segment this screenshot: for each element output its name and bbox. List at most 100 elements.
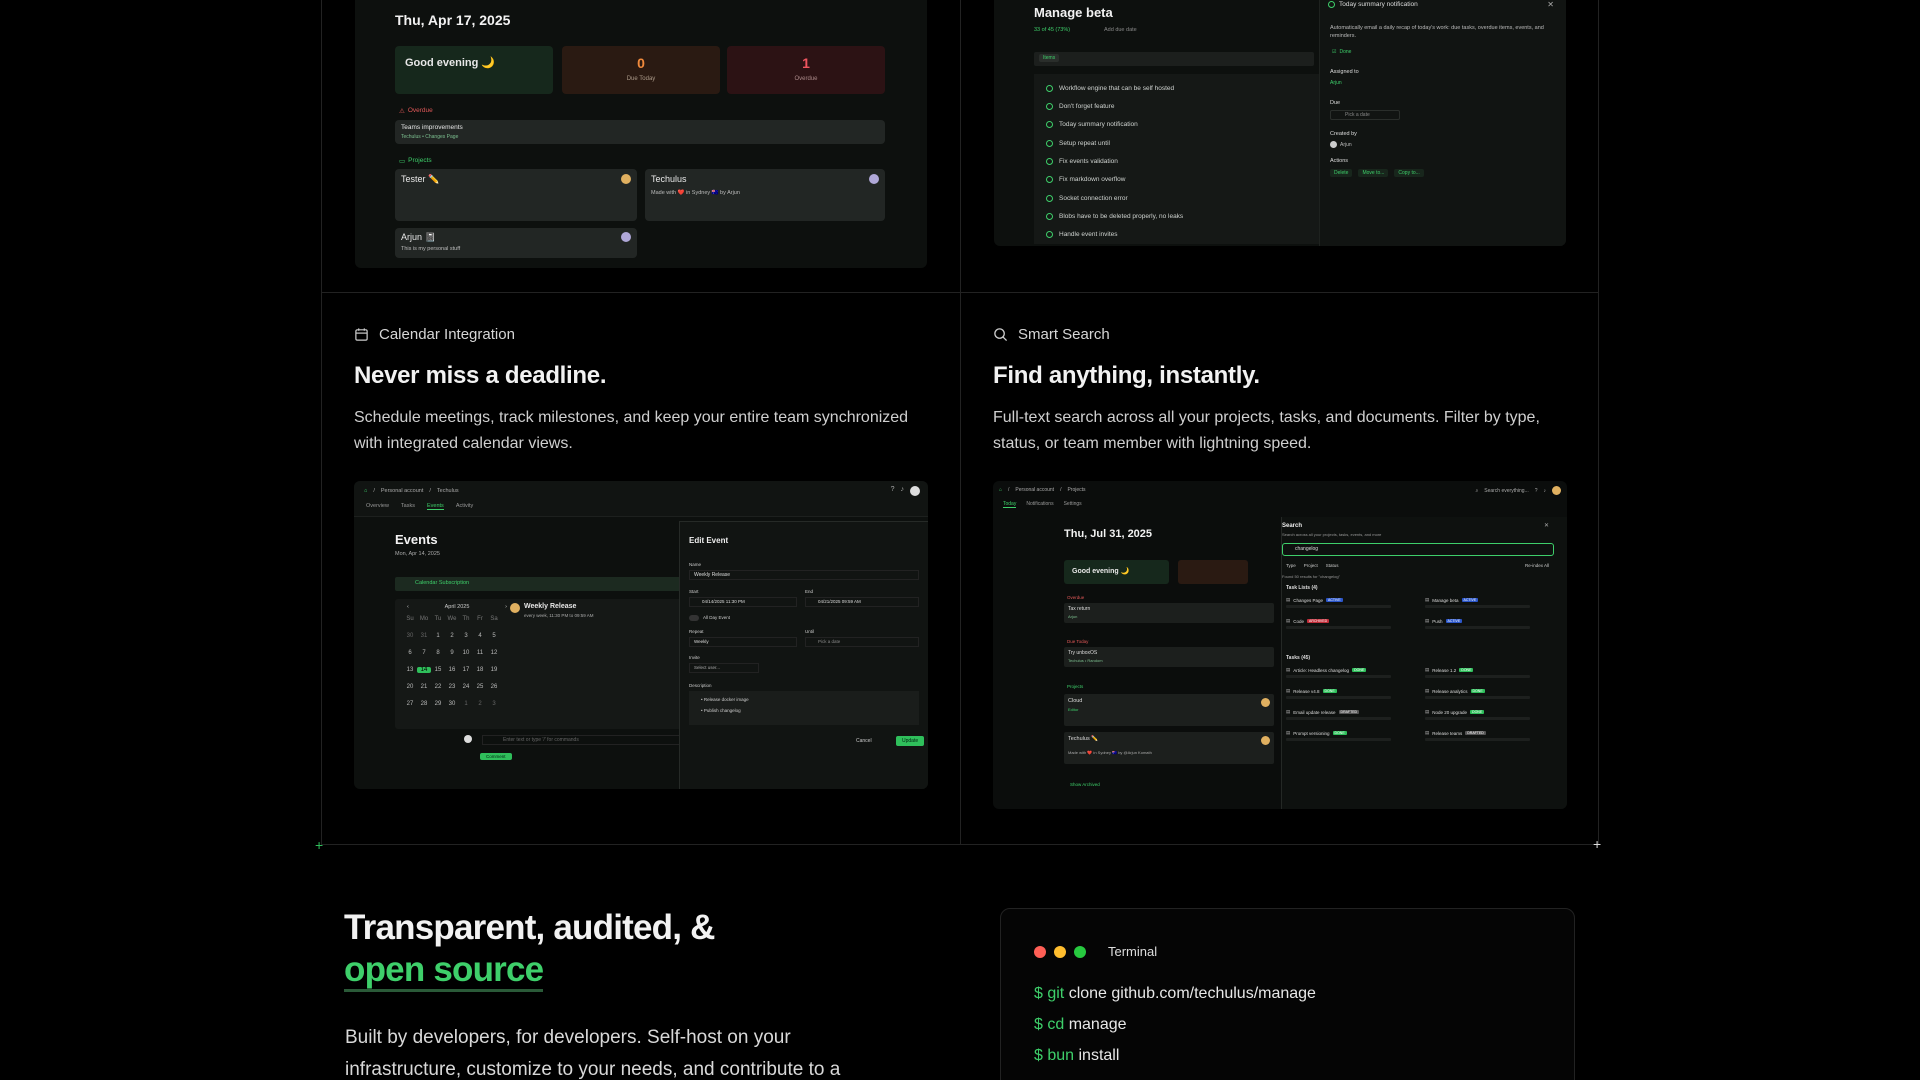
bell-icon[interactable]: ♪ — [901, 486, 905, 496]
task-result[interactable]: ▤ Release analytics DONE — [1425, 688, 1556, 699]
chevron-left-icon[interactable]: ‹ — [407, 604, 409, 610]
calendar-day[interactable]: 3 — [459, 633, 473, 639]
calendar-day[interactable]: 29 — [431, 701, 445, 707]
assigned-value[interactable]: Arjun — [1330, 80, 1342, 86]
calendar-day[interactable]: 9 — [445, 650, 459, 656]
calendar-day[interactable]: 16 — [445, 667, 459, 673]
task-result[interactable]: ▤ Article: Headless changelog DONE — [1286, 667, 1417, 678]
end-input[interactable]: 04/21/2025 09:59 AM — [805, 597, 919, 607]
maximize-dot-icon[interactable] — [1074, 945, 1086, 958]
project-card[interactable]: Cloud Editor — [1064, 694, 1274, 726]
avatar[interactable] — [1552, 486, 1561, 495]
checkbox-icon[interactable] — [1046, 194, 1053, 202]
task-row[interactable]: Today summary notification — [1046, 117, 1138, 131]
task-result[interactable]: ▤ Prompt versioning DONE — [1286, 730, 1417, 741]
calendar-day[interactable]: 10 — [459, 650, 473, 656]
cancel-button[interactable]: Cancel — [856, 738, 872, 744]
task-list-result[interactable]: ▤ Code ARCHIVED — [1286, 618, 1417, 629]
until-input[interactable]: Pick a date — [805, 637, 919, 647]
task-result[interactable]: ▤ Release v4.8 DONE — [1286, 688, 1417, 699]
tab-activity[interactable]: Activity — [456, 503, 473, 510]
all-day-toggle[interactable]: All Day Event — [689, 615, 730, 621]
update-button[interactable]: Update — [896, 736, 925, 746]
delete-button[interactable]: Delete — [1330, 169, 1353, 177]
calendar-day[interactable]: 1 — [431, 633, 445, 639]
due-date-picker[interactable]: Pick a date — [1330, 110, 1400, 120]
project-card[interactable]: Tester ✏️ — [395, 169, 637, 221]
task-result[interactable]: ▤ Email update release DRAFTED — [1286, 709, 1417, 720]
calendar-day[interactable]: 6 — [403, 650, 417, 656]
calendar-day[interactable]: 15 — [431, 667, 445, 673]
overdue-task[interactable]: Teams improvements Techulus • Changes Pa… — [395, 120, 885, 144]
checkbox-icon[interactable] — [1046, 157, 1053, 165]
checkbox-icon[interactable] — [1046, 120, 1053, 128]
repeat-select[interactable]: Weekly — [689, 637, 797, 647]
calendar-subscription-banner[interactable]: Calendar Subscription — [395, 577, 695, 591]
task-row[interactable]: Blobs have to be deleted properly, no le… — [1046, 209, 1183, 223]
task-row[interactable]: Fix events validation — [1046, 154, 1118, 168]
start-input[interactable]: 04/14/2025 11:30 PM — [689, 597, 797, 607]
calendar-day[interactable]: 23 — [445, 684, 459, 690]
tab-settings[interactable]: Settings — [1064, 501, 1082, 508]
calendar-day[interactable]: 31 — [417, 633, 431, 639]
task-row[interactable]: Fix markdown overflow — [1046, 172, 1125, 186]
calendar-day[interactable]: 1 — [459, 701, 473, 707]
task-row[interactable]: Don't forget feature — [1046, 99, 1114, 113]
bell-icon[interactable]: ♪ — [1544, 488, 1547, 494]
tab-today[interactable]: Today — [1003, 501, 1017, 508]
calendar-day[interactable]: 5 — [487, 633, 501, 639]
filter-type[interactable]: Type — [1286, 563, 1296, 568]
task-row[interactable]: Socket connection error — [1046, 191, 1128, 205]
breadcrumb-item[interactable]: Techulus — [437, 488, 459, 494]
task-list-result[interactable]: ▤ Push ACTIVE — [1425, 618, 1556, 629]
comment-input[interactable]: Enter text or type '/' for commands — [482, 735, 692, 745]
tab-events[interactable]: Events — [426, 503, 444, 510]
reindex-button[interactable]: Re-index All — [1525, 563, 1549, 568]
calendar-day[interactable]: 3 — [487, 701, 501, 707]
task-result[interactable]: ▤ Release 1.2 DONE — [1425, 667, 1556, 678]
comment-button[interactable]: Comment — [480, 753, 512, 760]
calendar-day[interactable]: 27 — [403, 701, 417, 707]
move-to-button[interactable]: Move to... — [1358, 169, 1389, 177]
checkbox-icon[interactable] — [1046, 175, 1053, 183]
calendar-day[interactable]: 19 — [487, 667, 501, 673]
tab-notifications[interactable]: Notifications — [1026, 501, 1053, 508]
toggle-icon[interactable] — [689, 615, 699, 621]
home-icon[interactable]: ⌂ — [999, 487, 1002, 493]
task-row[interactable]: Setup repeat until — [1046, 136, 1110, 150]
project-card[interactable]: Techulus Made with ❤️ in Sydney 🇦🇺 by Ar… — [645, 169, 885, 221]
checkbox-icon[interactable] — [1046, 212, 1053, 220]
calendar-day[interactable]: 12 — [487, 650, 501, 656]
breadcrumb-item[interactable]: Projects — [1067, 487, 1085, 493]
task-list-result[interactable]: ▤ Manage beta ACTIVE — [1425, 597, 1556, 608]
calendar-day[interactable]: 21 — [417, 684, 431, 690]
tab-tasks[interactable]: Tasks — [401, 503, 415, 510]
event-title[interactable]: Weekly Release — [524, 603, 576, 610]
task-result[interactable]: ▤ Node 20 upgrade DONE — [1425, 709, 1556, 720]
breadcrumb-item[interactable]: Personal account — [1015, 487, 1054, 493]
due-task[interactable]: Try unboxOS Techulus • Random — [1064, 647, 1274, 667]
search-icon[interactable]: ⌕ — [1475, 488, 1478, 494]
help-icon[interactable]: ? — [891, 486, 895, 496]
close-icon[interactable]: ✕ — [1544, 522, 1549, 529]
calendar-day[interactable]: 26 — [487, 684, 501, 690]
description-editor[interactable]: • Release docker image • Publish changel… — [689, 691, 919, 725]
checkbox-icon[interactable] — [1328, 1, 1335, 8]
calendar-day[interactable]: 8 — [431, 650, 445, 656]
project-card[interactable]: Techulus ✏️ Made with ❤️ in Sydney 🇦🇺 by… — [1064, 732, 1274, 764]
breadcrumb-item[interactable]: Personal account — [381, 488, 424, 494]
help-icon[interactable]: ? — [1535, 488, 1538, 494]
search-input[interactable]: changelog — [1282, 543, 1554, 556]
show-archived-link[interactable]: Show Archived — [1070, 782, 1100, 787]
chevron-right-icon[interactable]: › — [505, 604, 507, 610]
checkbox-icon[interactable] — [1046, 230, 1053, 238]
calendar-day[interactable]: 22 — [431, 684, 445, 690]
calendar-day[interactable]: 11 — [473, 650, 487, 656]
calendar-day[interactable]: 13 — [403, 667, 417, 673]
task-row[interactable]: Handle event invites — [1046, 227, 1118, 241]
calendar-day[interactable]: 28 — [417, 701, 431, 707]
close-dot-icon[interactable] — [1034, 945, 1046, 958]
minimize-dot-icon[interactable] — [1054, 945, 1066, 958]
calendar-day[interactable]: 24 — [459, 684, 473, 690]
calendar-day[interactable]: 18 — [473, 667, 487, 673]
